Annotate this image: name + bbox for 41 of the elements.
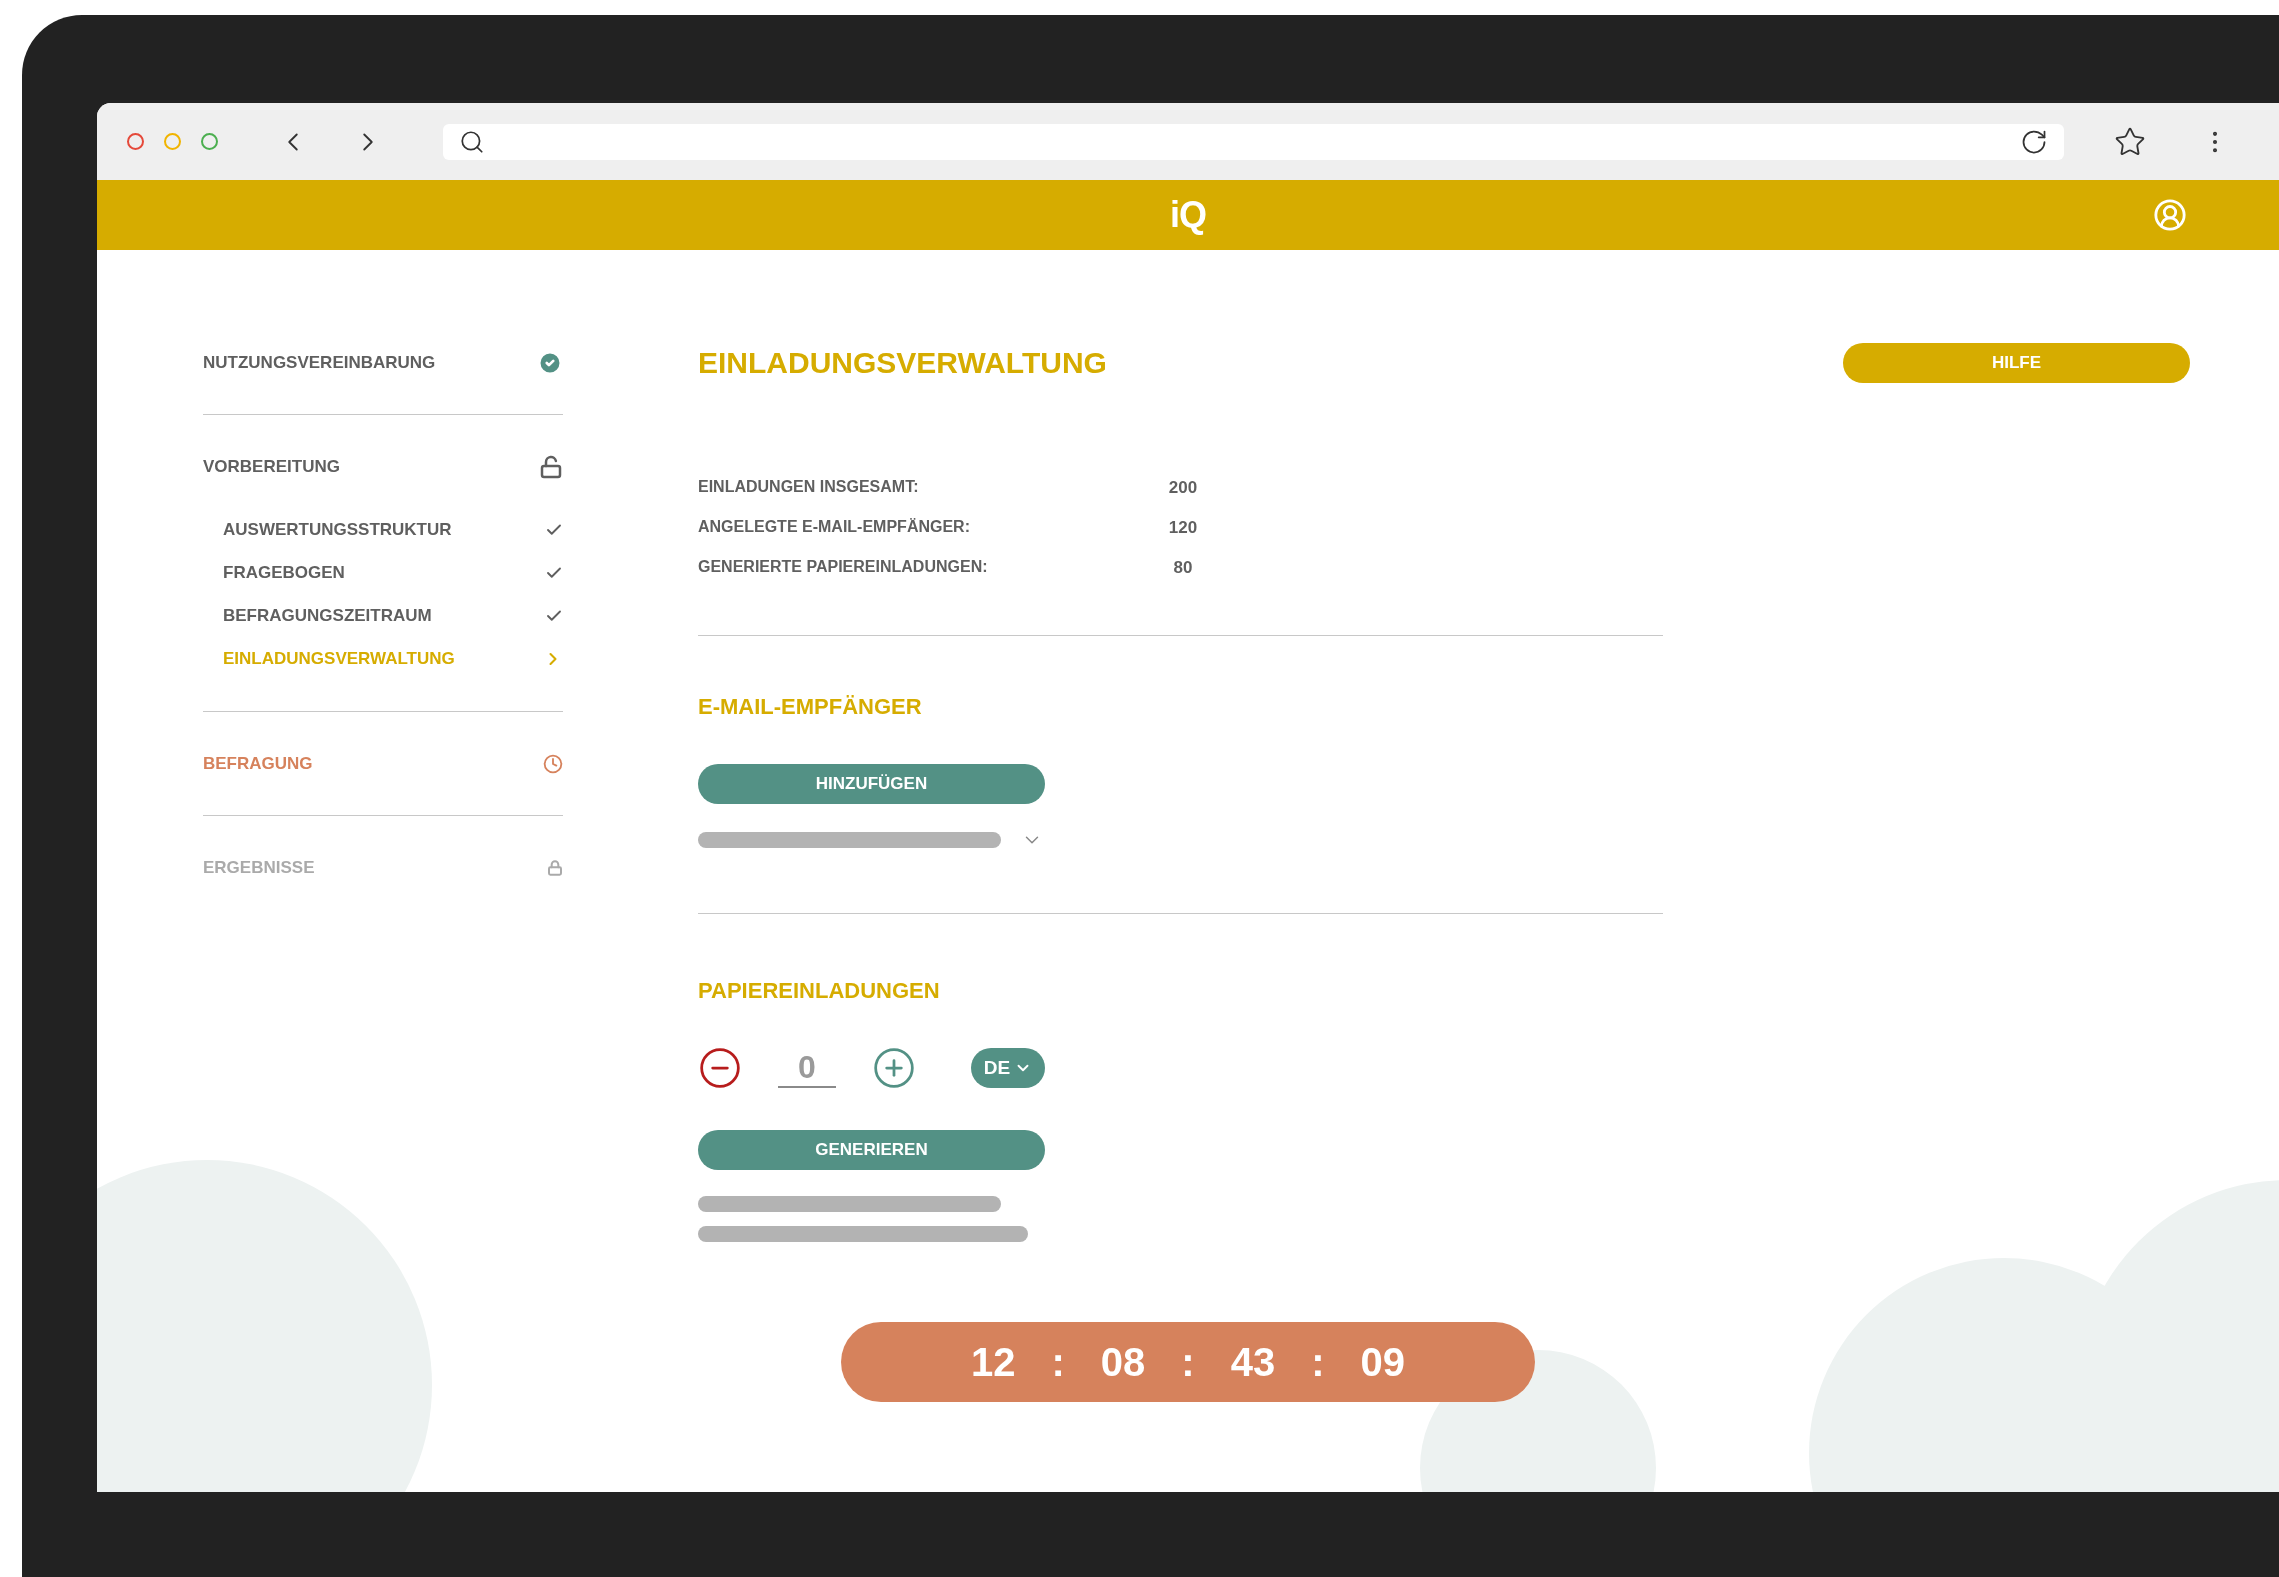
logo: iQ xyxy=(1170,194,1206,236)
count-field[interactable]: 0 xyxy=(778,1048,836,1088)
timer-digits: 12 xyxy=(971,1339,1016,1385)
sidebar-section[interactable]: VORBEREITUNG xyxy=(203,447,563,487)
sidebar-section[interactable]: NUTZUNGSVEREINBARUNG xyxy=(203,343,563,383)
stat-value: 80 xyxy=(1172,558,1194,578)
user-account-icon[interactable] xyxy=(2153,198,2187,232)
search-icon xyxy=(459,128,485,155)
sidebar-item[interactable]: BEFRAGUNGSZEITRAUM xyxy=(203,594,563,637)
timer-digits: 09 xyxy=(1360,1339,1405,1385)
section-heading: E-MAIL-EMPFÄNGER xyxy=(698,694,923,720)
close-window-icon[interactable] xyxy=(127,133,144,150)
help-button[interactable]: HILFE xyxy=(1843,343,2190,383)
sidebar-item[interactable]: FRAGEBOGEN xyxy=(203,551,563,594)
timer-digits: 43 xyxy=(1230,1339,1276,1385)
add-button[interactable]: HINZUFÜGEN xyxy=(698,764,1045,804)
stat-value: 120 xyxy=(1167,518,1199,538)
plus-icon[interactable] xyxy=(872,1046,916,1090)
sidebar-item[interactable]: AUSWERTUNGSSTRUKTUR xyxy=(203,508,563,551)
sidebar-item[interactable]: EINLADUNGSVERWALTUNG xyxy=(203,637,563,680)
page-title: EINLADUNGSVERWALTUNG xyxy=(698,345,1108,381)
minus-icon[interactable] xyxy=(698,1046,742,1090)
padlock-icon xyxy=(547,860,563,876)
section-heading: PAPIEREINLADUNGEN xyxy=(698,978,941,1004)
bookmark-star-icon[interactable] xyxy=(2114,125,2146,158)
timer-separator: : xyxy=(1051,1339,1065,1385)
sidebar-section[interactable]: BEFRAGUNG xyxy=(203,744,563,784)
check-circle-icon xyxy=(537,350,563,376)
sidebar-section[interactable]: ERGEBNISSE xyxy=(203,848,563,888)
clock-icon xyxy=(543,754,563,774)
stat-label: GENERIERTE PAPIEREINLADUNGEN: xyxy=(698,558,989,577)
timer-separator: : xyxy=(1181,1339,1195,1385)
generate-button[interactable]: GENERIEREN xyxy=(698,1130,1045,1170)
stat-label: EINLADUNGEN INSGESAMT: xyxy=(698,478,920,497)
maximize-window-icon[interactable] xyxy=(201,133,218,150)
stat-label: ANGELEGTE E-MAIL-EMPFÄNGER: xyxy=(698,518,971,537)
stat-value: 200 xyxy=(1167,478,1199,498)
language-dropdown[interactable]: DE xyxy=(971,1048,1045,1088)
timer-separator: : xyxy=(1311,1339,1325,1385)
timer-digits: 08 xyxy=(1100,1339,1146,1385)
unlocked-padlock-icon xyxy=(539,455,563,479)
